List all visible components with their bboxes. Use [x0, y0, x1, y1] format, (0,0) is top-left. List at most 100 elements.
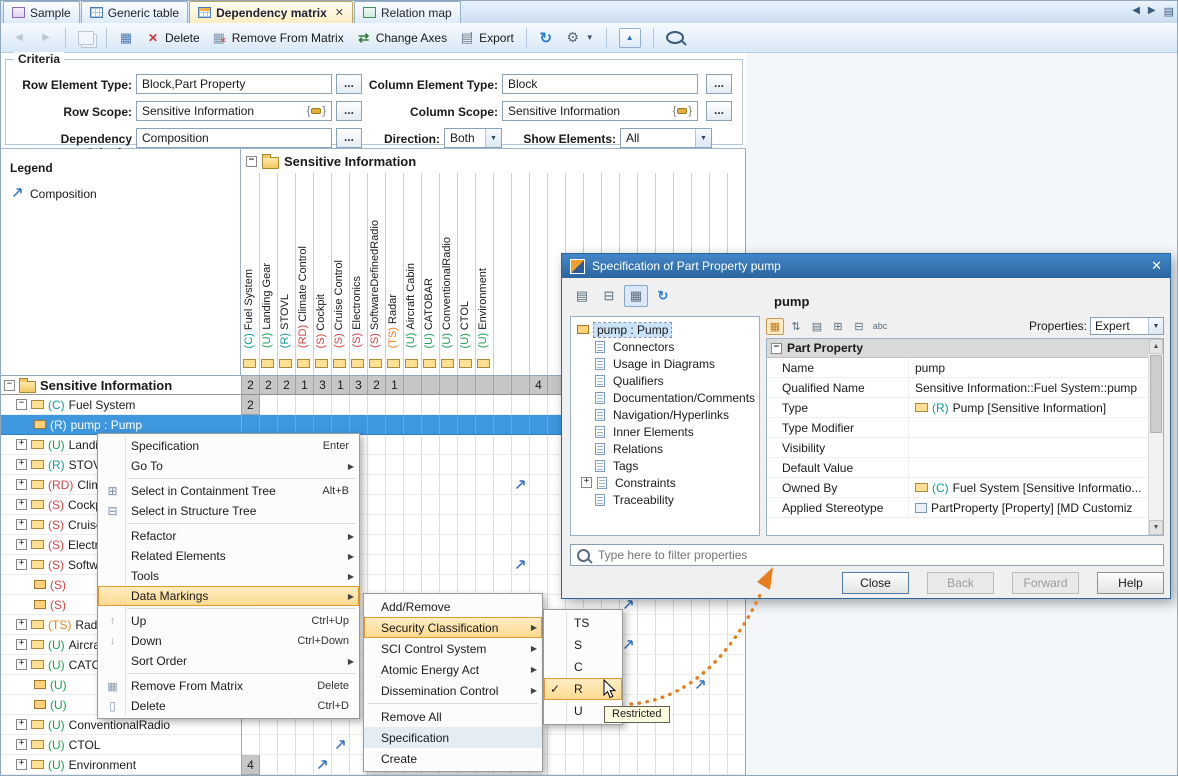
- sort-alphabetically-icon[interactable]: ⇅: [787, 318, 805, 335]
- matrix-cell[interactable]: [278, 395, 296, 415]
- matrix-cell[interactable]: [386, 575, 404, 595]
- matrix-cell[interactable]: [674, 695, 692, 715]
- matrix-cell[interactable]: [368, 495, 386, 515]
- delete-button[interactable]: Delete: [141, 26, 205, 50]
- matrix-cell[interactable]: [494, 475, 512, 495]
- row-header-ctol[interactable]: +(U)CTOL: [1, 735, 241, 755]
- matrix-cell[interactable]: [710, 695, 728, 715]
- matrix-cell[interactable]: 4: [530, 376, 548, 395]
- spec-tree-item-relations[interactable]: Relations: [573, 440, 757, 457]
- column-element-type-browse-button[interactable]: ...: [706, 74, 732, 94]
- matrix-cell[interactable]: [386, 495, 404, 515]
- column-header-ctol[interactable]: (U) CTOL: [459, 301, 471, 348]
- matrix-cell[interactable]: [710, 755, 728, 775]
- matrix-cell[interactable]: [440, 515, 458, 535]
- categorized-view-icon[interactable]: ▦: [766, 318, 784, 335]
- matrix-cell[interactable]: [584, 755, 602, 775]
- menu-item-data-markings[interactable]: Data Markings▶: [98, 586, 359, 606]
- spec-tree-item-connectors[interactable]: Connectors: [573, 338, 757, 355]
- property-row-visibility[interactable]: Visibility: [767, 438, 1163, 458]
- matrix-cell[interactable]: [530, 495, 548, 515]
- matrix-cell[interactable]: [422, 535, 440, 555]
- matrix-cell[interactable]: [386, 455, 404, 475]
- refresh-icon[interactable]: ↻: [651, 285, 675, 307]
- help-button[interactable]: Help: [1097, 572, 1164, 594]
- menu-item-related-elements[interactable]: Related Elements▶: [98, 546, 359, 566]
- matrix-cell[interactable]: [692, 695, 710, 715]
- dependency-criteria-field[interactable]: Composition: [136, 128, 332, 148]
- matrix-cell[interactable]: [494, 395, 512, 415]
- row-header-fuel-system[interactable]: −(C)Fuel System: [1, 395, 241, 415]
- matrix-cell[interactable]: [458, 435, 476, 455]
- matrix-cell[interactable]: [404, 475, 422, 495]
- matrix-cell[interactable]: [404, 575, 422, 595]
- matrix-cell[interactable]: [674, 755, 692, 775]
- menu-item-remove-all[interactable]: Remove All: [364, 706, 542, 727]
- collapse-expander[interactable]: −: [4, 380, 15, 391]
- expand-expander[interactable]: +: [16, 539, 27, 550]
- menu-item-go-to[interactable]: Go To▶: [98, 456, 359, 476]
- menu-item-remove-from-matrix[interactable]: Remove From MatrixDelete: [98, 676, 359, 696]
- matrix-cell[interactable]: 2: [242, 376, 260, 395]
- gear-icon-button[interactable]: ▼: [561, 26, 599, 50]
- matrix-cell[interactable]: [548, 755, 566, 775]
- property-row-type[interactable]: Type(R)Pump [Sensitive Information]: [767, 398, 1163, 418]
- matrix-cell[interactable]: [386, 475, 404, 495]
- matrix-cell[interactable]: [404, 535, 422, 555]
- matrix-cell[interactable]: [692, 655, 710, 675]
- spec-tree-item-usage-in-diagrams[interactable]: Usage in Diagrams: [573, 355, 757, 372]
- matrix-cell[interactable]: [476, 376, 494, 395]
- matrix-cell[interactable]: [296, 415, 314, 435]
- matrix-cell[interactable]: [458, 475, 476, 495]
- matrix-cell[interactable]: [674, 715, 692, 735]
- matrix-cell[interactable]: [440, 415, 458, 435]
- matrix-cell[interactable]: [494, 415, 512, 435]
- scrollbar-thumb[interactable]: [1150, 355, 1162, 433]
- expand-expander[interactable]: +: [16, 559, 27, 570]
- tab-dependency-matrix[interactable]: Dependency matrix✕: [189, 1, 353, 23]
- menu-item-sci-control-system[interactable]: SCI Control System▶: [364, 638, 542, 659]
- matrix-cell[interactable]: 2: [242, 395, 260, 415]
- matrix-cell[interactable]: [692, 615, 710, 635]
- spec-tree-item-documentation-comments[interactable]: Documentation/Comments: [573, 389, 757, 406]
- matrix-cell[interactable]: [566, 735, 584, 755]
- matrix-cell[interactable]: 1: [332, 376, 350, 395]
- matrix-cell[interactable]: [476, 515, 494, 535]
- menu-item-tools[interactable]: Tools▶: [98, 566, 359, 586]
- matrix-cell[interactable]: [404, 555, 422, 575]
- menu-item-select-in-structure-tree[interactable]: Select in Structure Tree: [98, 501, 359, 521]
- tab-close-icon[interactable]: ✕: [335, 6, 344, 19]
- menu-item-security-classification[interactable]: Security Classification▶: [364, 617, 542, 638]
- matrix-cell[interactable]: [530, 475, 548, 495]
- matrix-cell[interactable]: [494, 535, 512, 555]
- matrix-cell[interactable]: [728, 655, 746, 675]
- property-row-name[interactable]: Namepump: [767, 358, 1163, 378]
- matrix-cell[interactable]: [368, 535, 386, 555]
- tab-sample[interactable]: Sample: [3, 1, 80, 23]
- property-row-type-modifier[interactable]: Type Modifier: [767, 418, 1163, 438]
- spec-tree-item-tags[interactable]: Tags: [573, 457, 757, 474]
- matrix-cell[interactable]: [512, 376, 530, 395]
- matrix-cell[interactable]: [692, 715, 710, 735]
- matrix-cell[interactable]: [494, 555, 512, 575]
- matrix-cell[interactable]: [458, 395, 476, 415]
- row-element-type-field[interactable]: Block,Part Property: [136, 74, 332, 94]
- collapse-all-icon[interactable]: ⊟: [850, 318, 868, 335]
- column-header-catobar[interactable]: (U) CATOBAR: [423, 278, 435, 349]
- properties-section-header[interactable]: −Part Property: [767, 339, 1163, 358]
- scrollbar[interactable]: ▲ ▼: [1148, 339, 1163, 535]
- column-header-fuel-system[interactable]: (C) Fuel System: [243, 269, 255, 348]
- menu-item-refactor[interactable]: Refactor▶: [98, 526, 359, 546]
- matrix-cell[interactable]: [440, 555, 458, 575]
- column-header-electronics[interactable]: (S) Electronics: [351, 276, 363, 348]
- expand-expander[interactable]: +: [16, 759, 27, 770]
- matrix-cell[interactable]: [242, 735, 260, 755]
- row-scope-field[interactable]: Sensitive Information{}: [136, 101, 332, 121]
- row-root-node[interactable]: −Sensitive Information: [1, 376, 241, 395]
- menu-item-c[interactable]: C: [544, 656, 622, 678]
- export-button[interactable]: Export: [455, 26, 519, 50]
- matrix-cell[interactable]: [512, 515, 530, 535]
- matrix-cell[interactable]: [512, 455, 530, 475]
- matrix-cell[interactable]: [440, 435, 458, 455]
- open-table-icon-button[interactable]: [114, 26, 138, 50]
